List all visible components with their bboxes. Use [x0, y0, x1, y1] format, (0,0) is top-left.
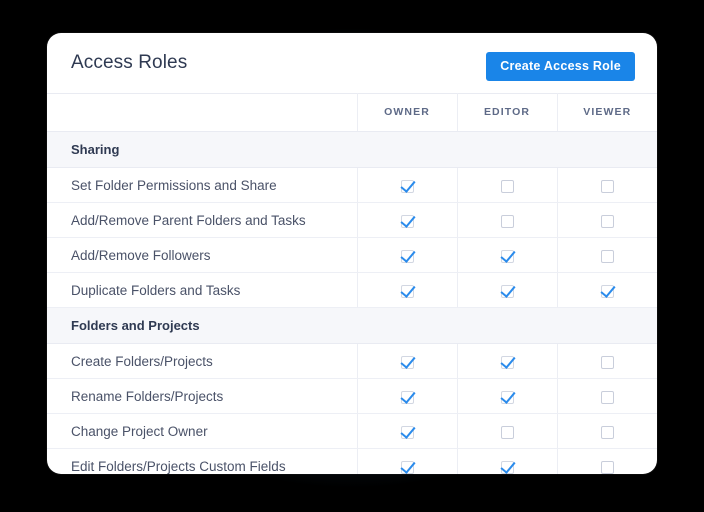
access-roles-table: OWNER EDITOR VIEWER Sharing Set Folder Pe… [47, 93, 657, 474]
cell-owner[interactable] [357, 343, 458, 379]
table-header: OWNER EDITOR VIEWER [47, 93, 657, 132]
column-header-permission [47, 93, 358, 132]
section-title: Folders and Projects [47, 307, 657, 344]
checkbox-checked-icon[interactable] [400, 284, 414, 298]
table-body: Sharing Set Folder Permissions and Share A… [47, 131, 657, 474]
table-row: Add/Remove Parent Folders and Tasks [47, 202, 657, 238]
cell-owner[interactable] [357, 448, 458, 474]
permission-label: Add/Remove Followers [47, 237, 358, 273]
checkbox-checked-icon[interactable] [400, 460, 414, 474]
cell-editor[interactable] [457, 378, 558, 414]
checkbox-unchecked-icon[interactable] [600, 390, 614, 404]
checkbox-checked-icon[interactable] [500, 249, 514, 263]
cell-editor[interactable] [457, 167, 558, 203]
cell-editor[interactable] [457, 272, 558, 308]
permission-label: Create Folders/Projects [47, 343, 358, 379]
section-header-row: Sharing [47, 131, 657, 168]
checkbox-unchecked-icon[interactable] [500, 214, 514, 228]
permission-label: Edit Folders/Projects Custom Fields [47, 448, 358, 474]
cell-viewer[interactable] [557, 237, 657, 273]
cell-owner[interactable] [357, 202, 458, 238]
cell-viewer[interactable] [557, 343, 657, 379]
checkbox-checked-icon[interactable] [500, 460, 514, 474]
cell-viewer[interactable] [557, 167, 657, 203]
card-header: Access Roles Create Access Role [47, 33, 657, 93]
table-row: Rename Folders/Projects [47, 378, 657, 414]
column-header-owner: OWNER [357, 93, 458, 132]
checkbox-unchecked-icon[interactable] [600, 179, 614, 193]
page-title: Access Roles [71, 52, 188, 73]
cell-editor[interactable] [457, 237, 558, 273]
checkbox-unchecked-icon[interactable] [600, 214, 614, 228]
checkbox-checked-icon[interactable] [500, 355, 514, 369]
checkbox-checked-icon[interactable] [400, 390, 414, 404]
checkbox-unchecked-icon[interactable] [500, 179, 514, 193]
access-roles-card: Access Roles Create Access Role OWNER ED… [47, 33, 657, 474]
table-row: Add/Remove Followers [47, 237, 657, 273]
checkbox-checked-icon[interactable] [400, 179, 414, 193]
checkbox-checked-icon[interactable] [400, 214, 414, 228]
cell-editor[interactable] [457, 202, 558, 238]
table-row: Change Project Owner [47, 413, 657, 449]
table-row: Set Folder Permissions and Share [47, 167, 657, 203]
checkbox-unchecked-icon[interactable] [500, 425, 514, 439]
cell-editor[interactable] [457, 413, 558, 449]
cell-viewer[interactable] [557, 448, 657, 474]
table-row: Duplicate Folders and Tasks [47, 272, 657, 308]
cell-owner[interactable] [357, 167, 458, 203]
cell-owner[interactable] [357, 378, 458, 414]
checkbox-checked-icon[interactable] [500, 390, 514, 404]
cell-viewer[interactable] [557, 413, 657, 449]
checkbox-checked-icon[interactable] [600, 284, 614, 298]
cell-owner[interactable] [357, 413, 458, 449]
create-access-role-button[interactable]: Create Access Role [486, 52, 635, 81]
cell-editor[interactable] [457, 448, 558, 474]
permission-label: Add/Remove Parent Folders and Tasks [47, 202, 358, 238]
permission-label: Change Project Owner [47, 413, 358, 449]
checkbox-unchecked-icon[interactable] [600, 460, 614, 474]
cell-owner[interactable] [357, 237, 458, 273]
cell-viewer[interactable] [557, 272, 657, 308]
checkbox-unchecked-icon[interactable] [600, 249, 614, 263]
cell-owner[interactable] [357, 272, 458, 308]
checkbox-checked-icon[interactable] [400, 425, 414, 439]
checkbox-checked-icon[interactable] [400, 355, 414, 369]
section-title: Sharing [47, 131, 657, 168]
permission-label: Duplicate Folders and Tasks [47, 272, 358, 308]
checkbox-unchecked-icon[interactable] [600, 425, 614, 439]
column-header-editor: EDITOR [457, 93, 558, 132]
checkbox-unchecked-icon[interactable] [600, 355, 614, 369]
cell-viewer[interactable] [557, 378, 657, 414]
checkbox-checked-icon[interactable] [400, 249, 414, 263]
permission-label: Rename Folders/Projects [47, 378, 358, 414]
cell-viewer[interactable] [557, 202, 657, 238]
table-header-row: OWNER EDITOR VIEWER [47, 93, 657, 132]
table-row: Edit Folders/Projects Custom Fields [47, 448, 657, 474]
column-header-viewer: VIEWER [557, 93, 657, 132]
checkbox-checked-icon[interactable] [500, 284, 514, 298]
cell-editor[interactable] [457, 343, 558, 379]
table-row: Create Folders/Projects [47, 343, 657, 379]
section-header-row: Folders and Projects [47, 307, 657, 344]
permission-label: Set Folder Permissions and Share [47, 167, 358, 203]
